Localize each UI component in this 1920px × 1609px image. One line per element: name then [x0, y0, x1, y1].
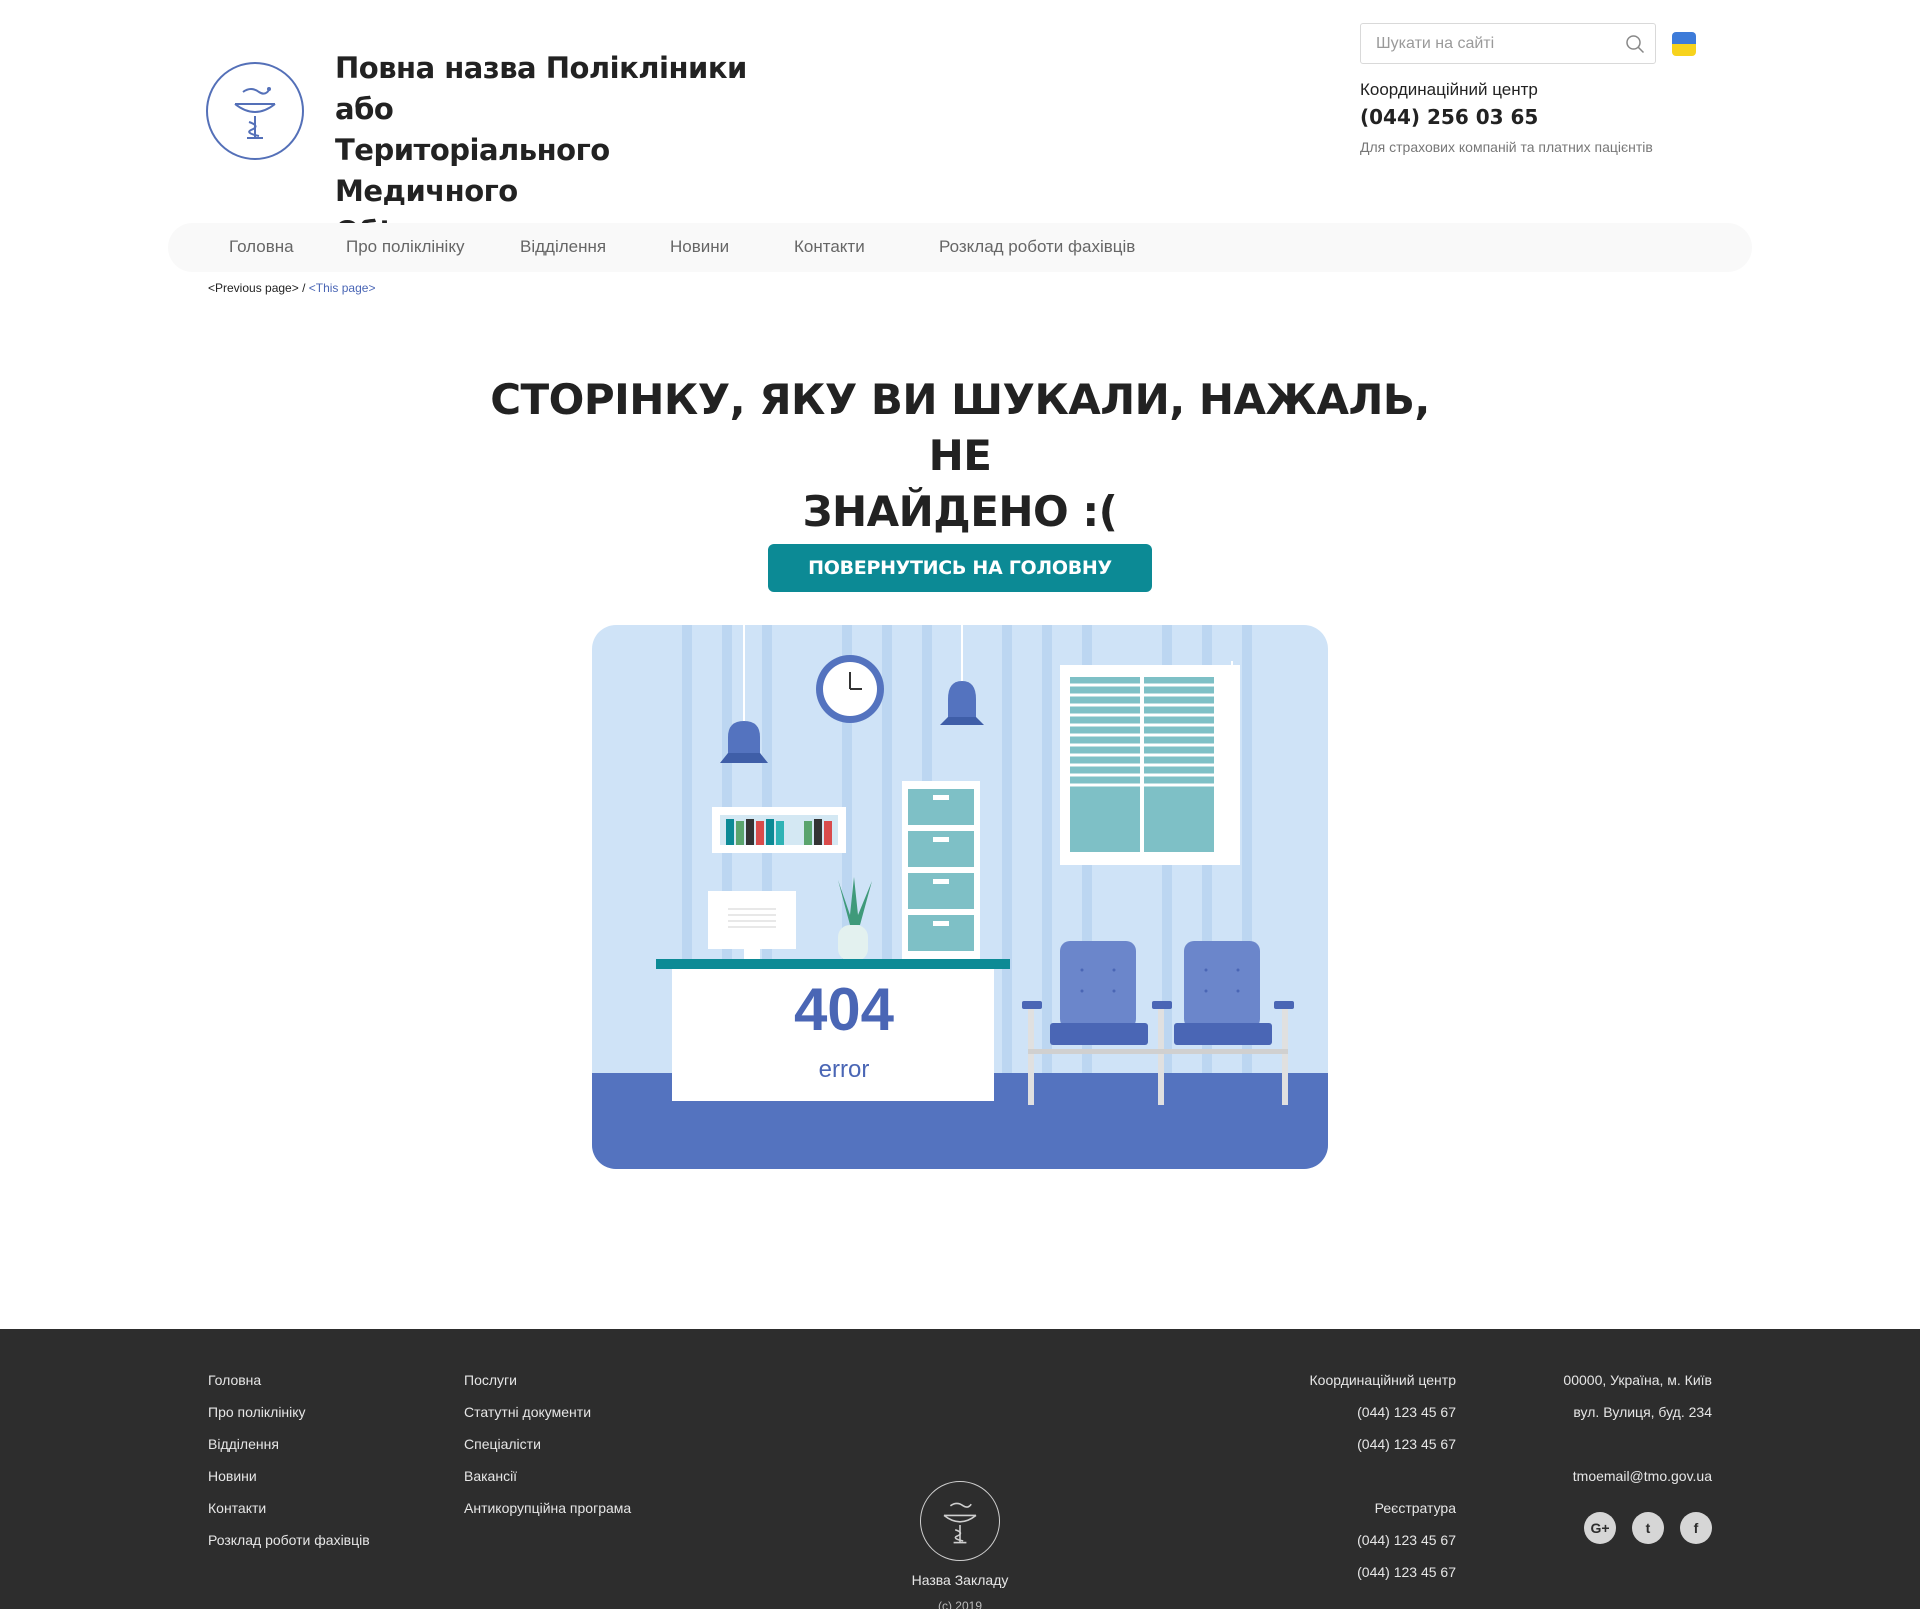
error-title-line: ЗНАЙДЕНО :( [802, 487, 1118, 536]
twitter-icon[interactable]: t [1632, 1512, 1664, 1544]
footer-link-departments[interactable]: Відділення [208, 1436, 279, 1452]
footer-email-link[interactable]: tmoemail@tmo.gov.ua [1573, 1468, 1712, 1484]
breadcrumb-separator: / [298, 281, 309, 295]
error-title-line: СТОРІНКУ, ЯКУ ВИ ШУКАЛИ, НАЖАЛЬ, НЕ [490, 375, 1430, 480]
footer-coord-phone[interactable]: (044) 123 45 67 [1357, 1404, 1456, 1420]
footer-link-anticorruption[interactable]: Антикорупційна програма [464, 1500, 631, 1516]
google-plus-icon[interactable]: G+ [1584, 1512, 1616, 1544]
footer-link-news[interactable]: Новини [208, 1468, 257, 1484]
footer-link-home[interactable]: Головна [208, 1372, 261, 1388]
nav-item-about[interactable]: Про поліклініку [346, 237, 464, 257]
footer-registry-phone[interactable]: (044) 123 45 67 [1357, 1564, 1456, 1580]
language-flag-icon[interactable] [1672, 32, 1696, 56]
site-footer: Головна Про поліклініку Відділення Новин… [0, 1329, 1920, 1609]
footer-address-line: вул. Вулиця, буд. 234 [1573, 1404, 1712, 1420]
search-icon[interactable] [1625, 34, 1645, 54]
nav-item-news[interactable]: Новини [670, 237, 729, 257]
breadcrumb-previous[interactable]: <Previous page> [208, 281, 299, 295]
caduceus-icon [943, 1502, 977, 1544]
flag-blue-stripe [1672, 32, 1696, 44]
search-box [1360, 23, 1656, 64]
footer-registry-label: Реєстратура [1374, 1500, 1456, 1516]
flag-yellow-stripe [1672, 44, 1696, 56]
footer-link-specialists[interactable]: Спеціалісти [464, 1436, 541, 1452]
main-nav: Головна Про поліклініку Відділення Новин… [168, 223, 1752, 272]
nav-item-schedule[interactable]: Розклад роботи фахівців [939, 237, 1135, 257]
footer-logo[interactable] [920, 1481, 1000, 1561]
error-illustration: 404 error [592, 625, 1328, 1169]
footer-copyright: (с) 2019 [937, 1599, 983, 1609]
footer-coord-label: Координаційний центр [1309, 1372, 1457, 1388]
error-word-text: error [819, 1056, 870, 1083]
footer-org-name: Назва Закладу [911, 1572, 1009, 1588]
back-home-button[interactable]: ПОВЕРНУТИСЬ НА ГОЛОВНУ [768, 544, 1152, 592]
coord-center-phone[interactable]: (044) 256 03 65 [1360, 105, 1538, 129]
nav-item-home[interactable]: Головна [229, 237, 294, 257]
coord-center-label: Координаційний центр [1360, 80, 1538, 99]
breadcrumb-current: <This page> [308, 281, 376, 295]
search-input[interactable] [1361, 24, 1601, 63]
site-title-line: Повна назва Полікліники або [335, 51, 747, 126]
footer-link-services[interactable]: Послуги [464, 1372, 517, 1388]
footer-registry-phone[interactable]: (044) 123 45 67 [1357, 1532, 1456, 1548]
facebook-icon[interactable]: f [1680, 1512, 1712, 1544]
breadcrumb: <Previous page> / <This page> [208, 281, 375, 295]
nav-item-contacts[interactable]: Контакти [794, 237, 865, 257]
footer-link-vacancies[interactable]: Вакансії [464, 1468, 517, 1484]
site-title-line: Територіального Медичного [335, 133, 610, 208]
site-logo[interactable] [206, 62, 304, 160]
footer-address-line: 00000, Україна, м. Київ [1563, 1372, 1712, 1388]
footer-link-documents[interactable]: Статутні документи [464, 1404, 591, 1420]
footer-link-about[interactable]: Про поліклініку [208, 1404, 306, 1420]
error-code-text: 404 [794, 976, 895, 1043]
caduceus-icon [234, 87, 276, 139]
nav-item-departments[interactable]: Відділення [520, 237, 606, 257]
footer-link-contacts[interactable]: Контакти [208, 1500, 266, 1516]
coord-center-note: Для страхових компаній та платних пацієн… [1360, 139, 1653, 155]
error-title: СТОРІНКУ, ЯКУ ВИ ШУКАЛИ, НАЖАЛЬ, НЕ ЗНАЙ… [460, 372, 1460, 540]
footer-link-schedule[interactable]: Розклад роботи фахівців [208, 1532, 370, 1548]
clinic-waiting-room-image: 404 error [592, 625, 1328, 1169]
footer-coord-phone[interactable]: (044) 123 45 67 [1357, 1436, 1456, 1452]
